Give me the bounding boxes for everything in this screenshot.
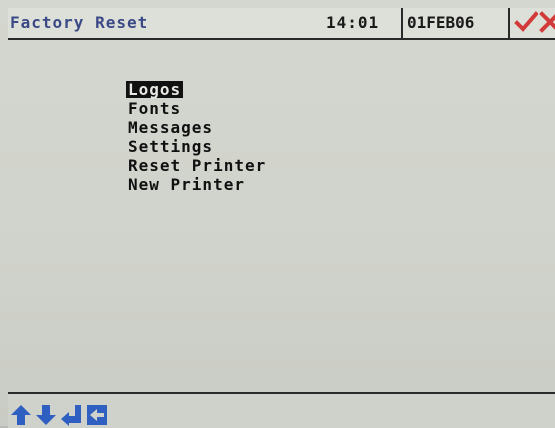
page-title: Factory Reset — [10, 13, 149, 32]
enter-icon[interactable] — [60, 404, 82, 426]
clock-date: 01FEB06 — [407, 13, 475, 32]
navigation-bar — [8, 392, 555, 428]
cross-icon[interactable] — [539, 11, 555, 33]
check-icon[interactable] — [514, 10, 538, 34]
menu-item-new-printer[interactable]: New Printer — [126, 175, 268, 194]
menu-item-logos[interactable]: Logos — [126, 80, 268, 99]
divider — [401, 8, 403, 38]
clock-time: 14:01 — [326, 13, 380, 32]
menu-item-settings[interactable]: Settings — [126, 137, 268, 156]
menu-item-reset-printer[interactable]: Reset Printer — [126, 156, 268, 175]
printer-screen: Factory Reset 14:01 01FEB06 Logos Fonts … — [0, 0, 555, 428]
title-bar: Factory Reset 14:01 01FEB06 — [8, 8, 555, 40]
menu-item-messages[interactable]: Messages — [126, 118, 268, 137]
menu-item-label: Reset Printer — [128, 156, 267, 175]
factory-reset-menu: Logos Fonts Messages Settings Reset Prin… — [126, 80, 268, 194]
arrow-down-icon[interactable] — [35, 404, 57, 426]
back-icon[interactable] — [86, 404, 108, 426]
menu-item-label: Messages — [128, 118, 214, 137]
menu-item-label: New Printer — [128, 175, 245, 194]
divider — [508, 8, 510, 38]
menu-item-fonts[interactable]: Fonts — [126, 99, 268, 118]
menu-item-label: Logos — [126, 80, 184, 99]
menu-item-label: Fonts — [128, 99, 182, 118]
arrow-up-icon[interactable] — [10, 404, 32, 426]
menu-item-label: Settings — [128, 137, 214, 156]
